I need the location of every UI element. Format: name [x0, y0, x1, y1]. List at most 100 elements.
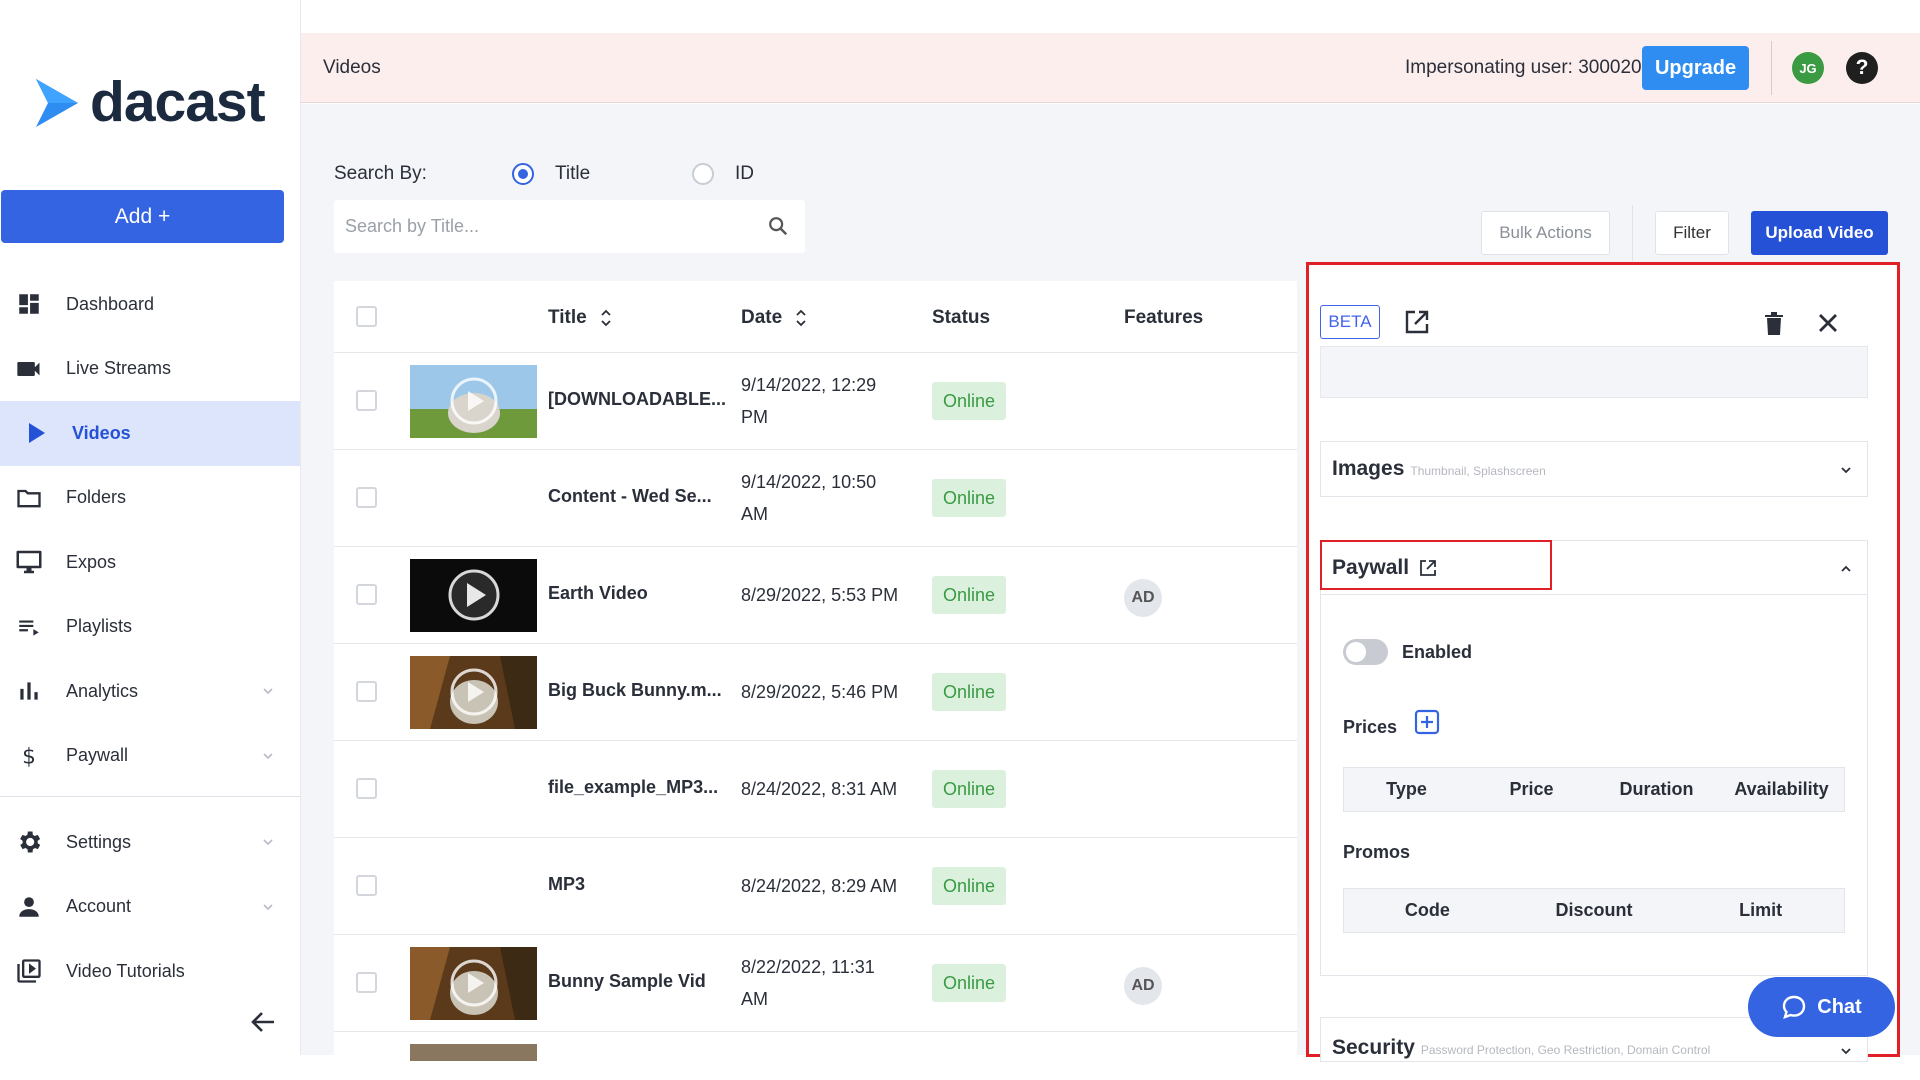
images-accordion[interactable]: Images Thumbnail, Splashscreen [1320, 441, 1868, 497]
security-subtitle: Password Protection, Geo Restriction, Do… [1420, 1043, 1711, 1057]
sidebar-item-analytics[interactable]: Analytics [0, 659, 300, 724]
table-row[interactable]: file_example_MP3... 8/24/2022, 8:31 AM O… [334, 741, 1297, 838]
table-row[interactable]: Big Buck Bunny.m... 8/29/2022, 5:46 PM O… [334, 644, 1297, 741]
row-checkbox[interactable] [356, 875, 377, 896]
add-button[interactable]: Add + [1, 190, 284, 243]
video-title[interactable]: MP3 [548, 874, 585, 895]
row-checkbox[interactable] [356, 584, 377, 605]
avatar[interactable]: JG [1792, 52, 1824, 84]
bulk-actions-button[interactable]: Bulk Actions [1481, 211, 1610, 255]
chevron-down-icon[interactable] [1839, 463, 1853, 477]
search-input[interactable] [334, 200, 805, 253]
video-thumbnail[interactable] [410, 559, 537, 632]
search-by-title-radio[interactable] [512, 163, 534, 185]
images-title: Images [1332, 457, 1405, 480]
sidebar-item-settings[interactable]: Settings [0, 810, 300, 875]
search-by-id-radio[interactable] [692, 163, 714, 185]
video-title[interactable]: Content - Wed Se... [548, 486, 712, 507]
table-row[interactable]: Content - Wed Se... 9/14/2022, 10:50 AM … [334, 450, 1297, 547]
sidebar-item-expos[interactable]: Expos [0, 530, 300, 595]
status-badge: Online [932, 673, 1006, 711]
video-settings-panel: BETA Images Thumbnail, Splashscreen Payw… [1306, 262, 1900, 1062]
open-external-icon[interactable] [1403, 308, 1431, 336]
column-title[interactable]: Title [548, 307, 613, 329]
chevron-down-icon[interactable] [262, 836, 274, 848]
row-checkbox[interactable] [356, 390, 377, 411]
collapse-sidebar-arrow-icon[interactable] [247, 1006, 279, 1038]
monitor-icon [14, 547, 44, 577]
chevron-down-icon[interactable] [262, 685, 274, 697]
row-checkbox[interactable] [356, 972, 377, 993]
video-library-icon [14, 956, 44, 986]
add-price-icon[interactable] [1414, 709, 1440, 735]
video-thumbnail[interactable] [410, 365, 537, 438]
table-row[interactable]: Earth Video 8/29/2022, 5:53 PM Online AD [334, 547, 1297, 644]
video-title[interactable]: Big Buck Bunny.m... [548, 680, 722, 701]
search-by-title-label[interactable]: Title [555, 163, 590, 185]
search-by-id-label[interactable]: ID [735, 163, 754, 185]
row-checkbox[interactable] [356, 487, 377, 508]
row-checkbox[interactable] [356, 778, 377, 799]
search-icon[interactable] [767, 215, 789, 237]
video-title-field[interactable] [1320, 346, 1868, 398]
column-status-label: Status [932, 307, 991, 328]
svg-text:$: $ [22, 744, 36, 769]
dollar-icon: $ [14, 741, 44, 771]
search-by-label: Search By: [334, 163, 427, 184]
paywall-accordion-header[interactable]: Paywall [1320, 540, 1867, 595]
prices-label: Prices [1343, 717, 1398, 737]
video-title[interactable]: file_example_MP3... [548, 777, 718, 798]
video-date: 8/24/2022, 8:29 AM [741, 876, 898, 896]
close-icon[interactable] [1814, 309, 1842, 337]
prices-column-availability: Availability [1734, 779, 1829, 799]
security-title: Security [1332, 1036, 1415, 1059]
trash-icon[interactable] [1760, 309, 1788, 337]
sidebar-item-label: Live Streams [66, 358, 172, 379]
sidebar-item-paywall[interactable]: $ Paywall [0, 724, 300, 789]
column-features: Features [1124, 307, 1203, 329]
column-date-label: Date [741, 307, 783, 328]
toolbar-divider [1632, 205, 1633, 261]
upgrade-button[interactable]: Upgrade [1642, 46, 1749, 90]
feature-ad-badge: AD [1124, 579, 1162, 617]
sort-icon[interactable] [794, 308, 808, 328]
column-date[interactable]: Date [741, 307, 808, 329]
row-checkbox[interactable] [356, 681, 377, 702]
video-thumbnail[interactable] [410, 947, 537, 1020]
sidebar-item-dashboard[interactable]: Dashboard [0, 272, 300, 337]
select-all-checkbox[interactable] [356, 306, 377, 327]
table-row[interactable]: MP3 8/24/2022, 8:29 AM Online [334, 838, 1297, 935]
sidebar-item-playlists[interactable]: Playlists [0, 595, 300, 660]
video-thumbnail[interactable] [410, 1044, 537, 1061]
table-row[interactable]: Bunny Sample Vid 8/22/2022, 11:31 AM Onl… [334, 935, 1297, 1032]
sidebar: dacast Add + Dashboard Live Streams Vide… [0, 0, 301, 1055]
paywall-highlight-box [1320, 540, 1552, 590]
video-title[interactable]: Bunny Sample Vid [548, 971, 706, 992]
upload-video-button[interactable]: Upload Video [1751, 211, 1888, 255]
sidebar-item-live-streams[interactable]: Live Streams [0, 337, 300, 402]
dacast-logo[interactable]: dacast [34, 74, 266, 131]
chevron-down-icon[interactable] [262, 750, 274, 762]
prices-column-type: Type [1386, 779, 1427, 799]
video-title[interactable]: [DOWNLOADABLE... [548, 389, 726, 410]
sidebar-item-video-tutorials[interactable]: Video Tutorials [0, 939, 300, 1004]
filter-button[interactable]: Filter [1655, 211, 1729, 255]
sidebar-item-label: Settings [66, 831, 132, 852]
promos-table-header: Code Discount Limit [1343, 888, 1845, 933]
video-title[interactable]: Earth Video [548, 583, 648, 604]
images-accordion-header[interactable]: Images Thumbnail, Splashscreen [1321, 442, 1867, 496]
paywall-enabled-label: Enabled [1402, 642, 1473, 662]
chat-button[interactable]: Chat [1748, 977, 1895, 1037]
table-row[interactable] [334, 1032, 1297, 1061]
help-icon[interactable]: ? [1846, 52, 1878, 84]
chevron-up-icon[interactable] [1839, 562, 1853, 576]
paywall-enabled-toggle[interactable] [1343, 639, 1388, 665]
video-thumbnail[interactable] [410, 656, 537, 729]
sort-icon[interactable] [599, 308, 613, 328]
table-row[interactable]: [DOWNLOADABLE... 9/14/2022, 12:29 PM Onl… [334, 353, 1297, 450]
sidebar-item-folders[interactable]: Folders [0, 466, 300, 531]
sidebar-item-videos[interactable]: Videos [0, 401, 300, 466]
sidebar-item-account[interactable]: Account [0, 875, 300, 940]
chevron-down-icon[interactable] [262, 901, 274, 913]
chevron-down-icon[interactable] [1839, 1044, 1853, 1058]
